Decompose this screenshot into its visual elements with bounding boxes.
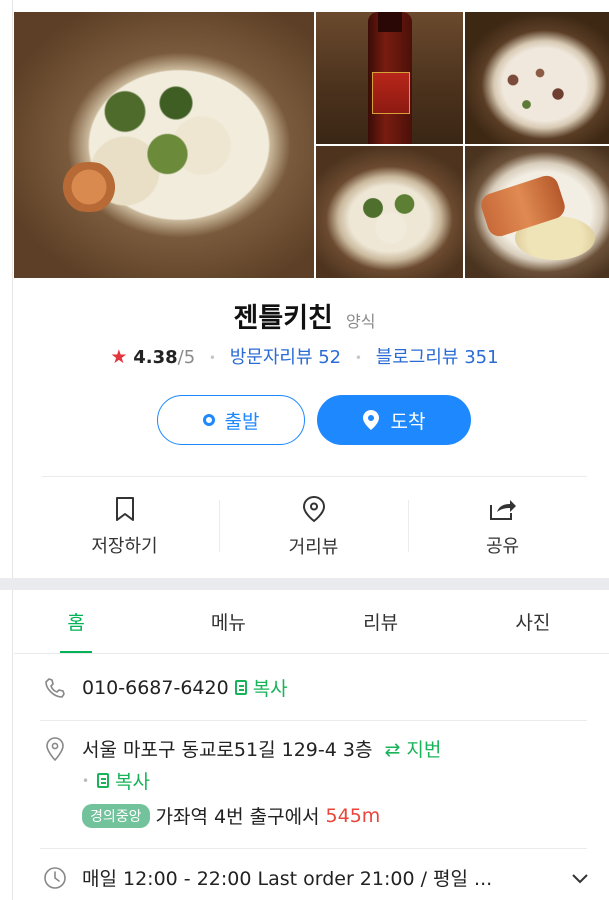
origin-icon xyxy=(202,414,215,426)
hours-row[interactable]: 매일 12:00 - 22:00 Last order 21:00 / 평일 .… xyxy=(40,864,589,891)
tab-bar: 홈 메뉴 리뷰 사진 xyxy=(0,590,609,654)
hours-text: 매일 12:00 - 22:00 Last order 21:00 / 평일 .… xyxy=(82,868,493,890)
swap-icon: ⇄ xyxy=(384,739,401,761)
action-separator xyxy=(408,500,409,552)
jibun-label: 지번 xyxy=(406,739,442,761)
action-separator xyxy=(219,500,220,552)
jibun-button[interactable]: ⇄ 지번 xyxy=(384,735,441,762)
separator-dot: • xyxy=(354,351,362,365)
copy-icon xyxy=(234,680,247,695)
tab-photos[interactable]: 사진 xyxy=(457,590,609,652)
copy-address-label: 복사 xyxy=(115,771,151,793)
visitor-reviews-link[interactable]: 방문자리뷰 52 xyxy=(230,347,341,368)
separator-dot: • xyxy=(82,773,90,788)
separator-dot: • xyxy=(208,351,216,365)
copy-address-button[interactable]: 복사 xyxy=(97,767,150,794)
rating-max: /5 xyxy=(177,347,196,368)
photo-gallery[interactable] xyxy=(14,12,609,278)
place-name: 젠틀키친 xyxy=(233,303,333,334)
subway-row: 경의중앙 가좌역 4번 출구에서 545m xyxy=(82,802,380,829)
tabs-divider xyxy=(14,653,609,654)
bottle-neck xyxy=(378,12,402,32)
tab-reviews[interactable]: 리뷰 xyxy=(305,590,457,652)
bookmark-icon xyxy=(115,497,134,521)
bottle-label xyxy=(372,72,410,114)
copy-phone-label: 복사 xyxy=(252,678,288,700)
divider xyxy=(42,476,587,477)
photo-pizza[interactable] xyxy=(465,12,609,144)
place-header: 젠틀키친 양식 xyxy=(0,296,609,335)
arrive-button[interactable]: 도착 xyxy=(317,395,471,445)
share-icon xyxy=(489,500,516,520)
tab-menu[interactable]: 메뉴 xyxy=(152,590,304,652)
copy-icon xyxy=(97,773,110,788)
salad-greens xyxy=(346,176,436,256)
photo-salad-pasta[interactable] xyxy=(316,146,463,278)
address-row: 서울 마포구 동교로51길 129-4 3층 ⇄ 지번 xyxy=(40,735,441,762)
photo-salmon[interactable] xyxy=(465,146,609,278)
street-view-button[interactable]: 거리뷰 xyxy=(219,478,408,576)
location-pin-icon xyxy=(302,495,325,523)
photo-beer-bottle[interactable] xyxy=(316,12,463,144)
left-border xyxy=(12,0,13,900)
start-button[interactable]: 출발 xyxy=(157,395,305,445)
star-icon: ★ xyxy=(110,346,128,368)
address-copy-row: • 복사 xyxy=(82,767,150,794)
save-button[interactable]: 저장하기 xyxy=(30,478,219,576)
destination-pin-icon xyxy=(362,410,379,430)
start-button-label: 출발 xyxy=(224,410,260,433)
divider xyxy=(40,720,587,721)
share-button[interactable]: 공유 xyxy=(408,478,597,576)
address-text: 서울 마포구 동교로51길 129-4 3층 xyxy=(82,739,373,761)
rating-score: 4.38 xyxy=(133,347,178,368)
arrive-button-label: 도착 xyxy=(390,410,426,433)
station-text: 가좌역 4번 출구에서 xyxy=(155,806,320,828)
phone-number[interactable]: 010-6687-6420 xyxy=(82,677,229,699)
save-label: 저장하기 xyxy=(91,536,158,557)
share-label: 공유 xyxy=(485,536,520,557)
divider xyxy=(40,848,587,849)
phone-icon xyxy=(40,677,70,699)
copy-phone-button[interactable]: 복사 xyxy=(234,674,288,701)
phone-row: 010-6687-6420 복사 xyxy=(40,674,288,701)
pasta-shrimp xyxy=(54,162,124,212)
subway-line-badge: 경의중앙 xyxy=(82,803,150,828)
tab-home[interactable]: 홈 xyxy=(0,590,152,654)
pizza-toppings xyxy=(495,52,585,122)
chevron-down-icon[interactable] xyxy=(571,867,589,889)
blog-reviews-link[interactable]: 블로그리뷰 351 xyxy=(376,347,499,368)
action-bar: 저장하기 거리뷰 공유 xyxy=(30,478,597,576)
rating-row: ★ 4.38/5 • 방문자리뷰 52 • 블로그리뷰 351 xyxy=(0,343,609,369)
clock-icon xyxy=(40,866,70,890)
distance-text: 545m xyxy=(325,804,381,827)
place-category: 양식 xyxy=(346,312,376,331)
section-band xyxy=(0,578,609,590)
map-pin-icon xyxy=(40,736,70,762)
street-view-label: 거리뷰 xyxy=(288,537,339,558)
photo-pasta[interactable] xyxy=(14,12,314,278)
